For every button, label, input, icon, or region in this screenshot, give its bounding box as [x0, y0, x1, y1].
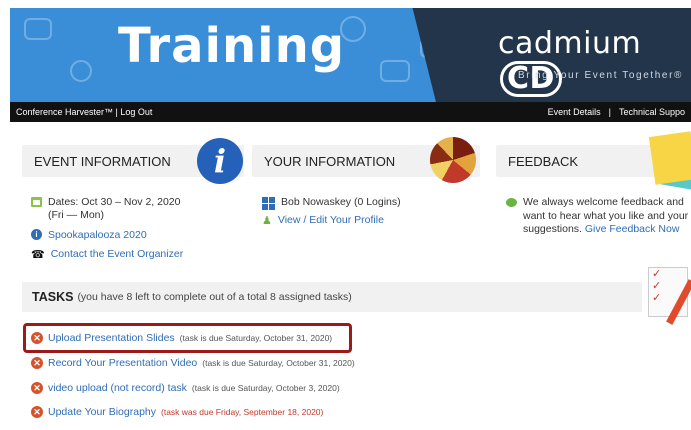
- dates-days: (Fri — Mon): [48, 209, 104, 221]
- doodle-circle-icon: [70, 60, 92, 82]
- nav-right-links: Event Details | Technical Suppo: [548, 107, 685, 117]
- info-icon: i: [197, 138, 243, 184]
- task-link[interactable]: Upload Presentation Slides: [48, 332, 175, 344]
- edit-profile-link[interactable]: View / Edit Your Profile: [278, 214, 384, 226]
- task-item: ✕ video upload (not record) task (task i…: [31, 382, 340, 394]
- feedback-title: FEEDBACK: [508, 153, 579, 169]
- user-name: Bob Nowaskey (0 Logins): [281, 196, 401, 208]
- logo-tagline: Bring Your Event Together®: [518, 70, 683, 81]
- phone-icon: ☎: [31, 249, 45, 261]
- task-link[interactable]: Update Your Biography: [48, 406, 156, 418]
- feedback-text: We always welcome feedback and want to h…: [523, 196, 688, 237]
- chat-bubble-icon: [506, 198, 517, 207]
- doodle-lightbulb-icon: [380, 60, 410, 82]
- nav-left-links[interactable]: Conference Harvester™ | Log Out: [16, 107, 152, 117]
- your-information-title: YOUR INFORMATION: [264, 153, 396, 169]
- dates-label: Dates: Oct 30 – Nov 2, 2020: [48, 196, 181, 208]
- event-dates-text: Dates: Oct 30 – Nov 2, 2020 (Fri — Mon): [48, 196, 181, 222]
- feedback-message: We always welcome feedback and want to h…: [506, 196, 688, 237]
- user-row: Bob Nowaskey (0 Logins): [262, 196, 401, 210]
- task-due: (task is due Saturday, October 31, 2020): [179, 333, 333, 343]
- sticky-note-yellow-icon: [648, 131, 691, 185]
- cadmium-logo[interactable]: cadmiumCD: [498, 26, 691, 97]
- task-item: ✕ Upload Presentation Slides (task is du…: [31, 332, 332, 344]
- tasks-summary: (you have 8 left to complete out of a to…: [77, 291, 352, 303]
- doodle-frame-icon: [24, 18, 52, 40]
- training-banner: Training cadmiumCD Bring Your Event Toge…: [10, 8, 691, 102]
- logo-text: cadmium: [498, 26, 642, 61]
- nav-separator: |: [608, 107, 611, 117]
- contact-organizer-link[interactable]: Contact the Event Organizer: [51, 248, 184, 260]
- windows-icon: [262, 197, 275, 210]
- incomplete-x-icon: ✕: [31, 406, 43, 418]
- feedback-line-1: We always welcome feedback and: [523, 196, 684, 208]
- contact-row: ☎ Contact the Event Organizer: [31, 248, 183, 261]
- calendar-icon: [31, 197, 42, 207]
- task-due: (task is due Saturday, October 3, 2020): [191, 383, 340, 393]
- tasks-title: TASKS: [32, 290, 74, 304]
- profile-row: ♟ View / Edit Your Profile: [262, 214, 384, 227]
- task-due: (task is due Saturday, October 31, 2020): [202, 358, 355, 368]
- incomplete-x-icon: ✕: [31, 332, 43, 344]
- feedback-line-2: want to hear what you like and your: [523, 209, 689, 222]
- give-feedback-link[interactable]: Give Feedback Now: [585, 223, 680, 235]
- feedback-line-3: suggestions.: [523, 223, 582, 235]
- task-link[interactable]: video upload (not record) task: [48, 382, 187, 394]
- event-name-link[interactable]: Spookapalooza 2020: [48, 229, 147, 241]
- task-due-overdue: (task was due Friday, September 18, 2020…: [161, 407, 324, 417]
- task-link[interactable]: Record Your Presentation Video: [48, 357, 197, 369]
- event-dates: Dates: Oct 30 – Nov 2, 2020 (Fri — Mon): [31, 196, 181, 222]
- event-name-row: i Spookapalooza 2020: [31, 229, 147, 241]
- event-details-link[interactable]: Event Details: [548, 107, 601, 117]
- incomplete-x-icon: ✕: [31, 382, 43, 394]
- tasks-header: TASKS (you have 8 left to complete out o…: [22, 282, 642, 312]
- technical-support-link[interactable]: Technical Suppo: [619, 107, 685, 117]
- profile-swirl-icon: [430, 137, 476, 183]
- event-information-title: EVENT INFORMATION: [34, 153, 171, 169]
- incomplete-x-icon: ✕: [31, 357, 43, 369]
- top-navbar: Conference Harvester™ | Log Out Event De…: [10, 102, 691, 122]
- banner-title: Training: [118, 18, 346, 74]
- task-item: ✕ Update Your Biography (task was due Fr…: [31, 406, 323, 418]
- user-icon: ♟: [262, 215, 272, 227]
- info-circle-icon: i: [31, 229, 42, 240]
- task-item: ✕ Record Your Presentation Video (task i…: [31, 357, 355, 369]
